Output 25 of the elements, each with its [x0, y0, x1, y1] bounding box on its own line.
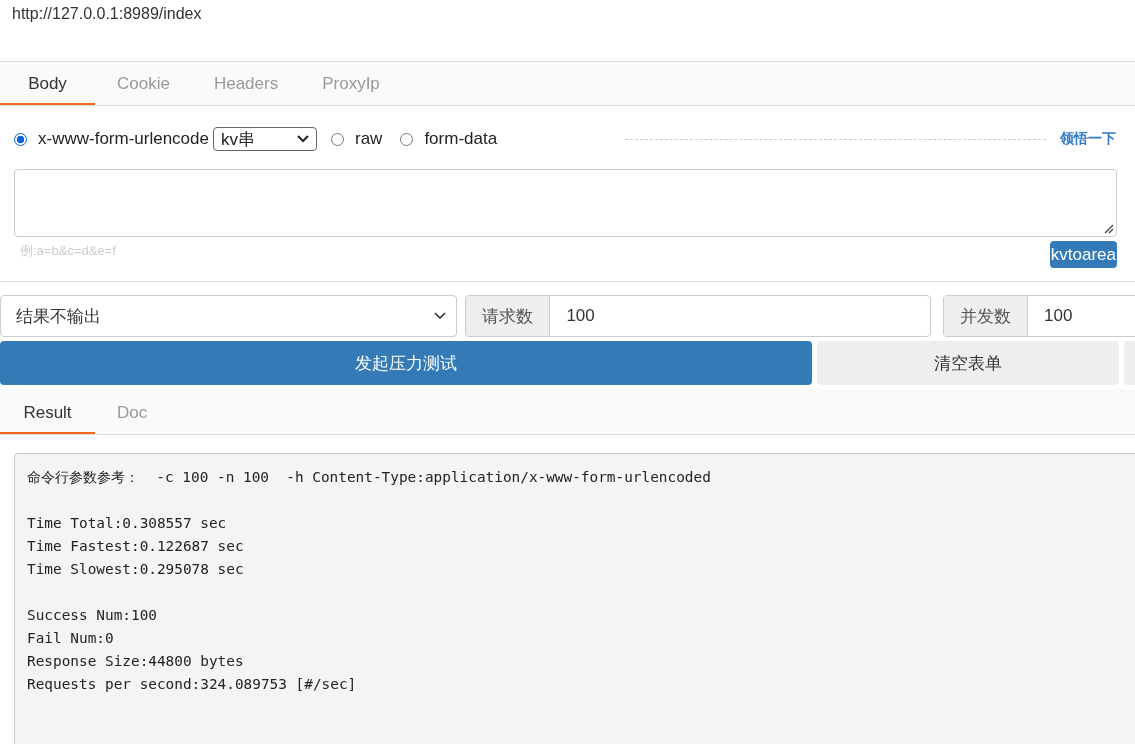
tab[interactable]: Body: [0, 62, 95, 105]
output-line: Response Size:44800 bytes: [27, 652, 245, 671]
radio-label[interactable]: form-data: [424, 129, 498, 149]
kvtoarea-button[interactable]: kvtoarea: [1049, 241, 1117, 268]
start-test-button[interactable]: 发起压力测试: [0, 341, 812, 385]
resize-handle-icon[interactable]: [1104, 224, 1114, 234]
output-line: 命令行参数参考： -c 100 -n 100 -h Content-Type:application/x-www-form-urlencoded: [27, 468, 712, 487]
output-line: Fail Num:0: [27, 629, 115, 648]
output-mode-dropdown[interactable]: 结果不输出: [0, 295, 458, 337]
body-field[interactable]: [14, 169, 1117, 237]
output-line: Requests per second:324.089753 [#/sec]: [27, 675, 358, 694]
chevron-icon: [434, 312, 447, 320]
output-line: Time Fastest:0.122687 sec: [27, 537, 245, 556]
output-line: Time Total:0.308557 sec: [27, 514, 228, 533]
chevron-icon: [297, 135, 309, 143]
clear-form-button[interactable]: 清空表单: [817, 341, 1119, 385]
url-text: http://127.0.0.1:8989/index: [12, 5, 202, 23]
output-line: Success Num:100: [27, 606, 158, 625]
tab[interactable]: Result: [0, 389, 95, 434]
radio-label[interactable]: x-www-form-urlencode: [38, 129, 209, 149]
radio-button[interactable]: [14, 132, 27, 146]
hint-link[interactable]: 领悟一下: [1060, 130, 1116, 148]
radio-label[interactable]: raw: [355, 129, 383, 149]
format-dropdown[interactable]: kv串: [213, 127, 317, 151]
output-line: Time Slowest:0.295078 sec: [27, 560, 245, 579]
